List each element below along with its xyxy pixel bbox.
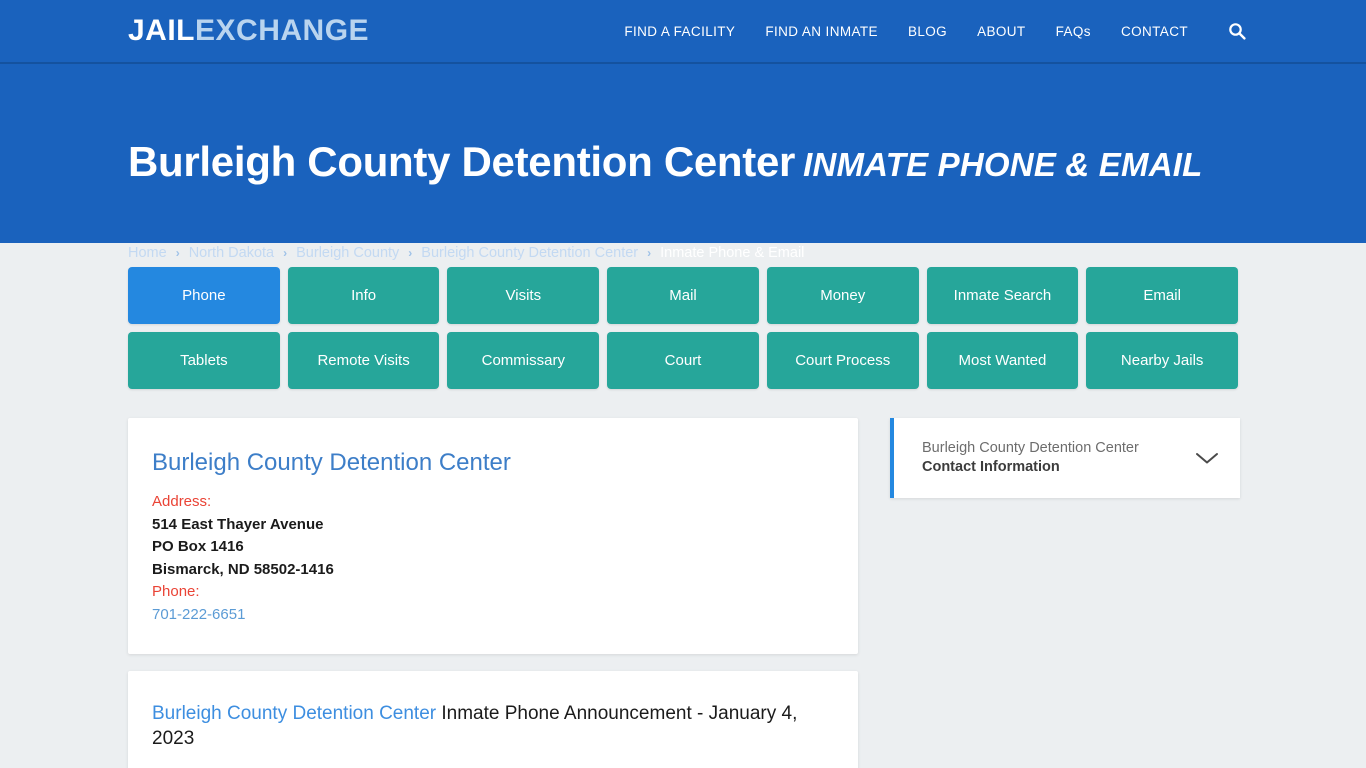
accordion-title: Contact Information: [922, 459, 1060, 475]
page-title-section: INMATE PHONE & EMAIL: [803, 146, 1203, 183]
search-icon[interactable]: [1228, 22, 1246, 40]
tab-inmate-search[interactable]: Inmate Search: [926, 267, 1079, 324]
breadcrumb: Home › North Dakota › Burleigh County › …: [128, 245, 804, 261]
phone-number-link[interactable]: 701-222-6651: [152, 604, 834, 627]
breadcrumb-item-current: Inmate Phone & Email: [660, 245, 805, 261]
tab-remote-visits[interactable]: Remote Visits: [287, 332, 440, 389]
announcement-facility-link[interactable]: Burleigh County Detention Center: [152, 703, 436, 724]
address-line-2: PO Box 1416: [152, 538, 244, 555]
nav-item-find-a-facility[interactable]: FIND A FACILITY: [624, 24, 735, 39]
facility-info-card: Burleigh County Detention Center Address…: [128, 418, 858, 654]
breadcrumb-item-burleigh-county[interactable]: Burleigh County: [296, 245, 399, 261]
accordion-text: Burleigh County Detention Center Contact…: [922, 439, 1182, 477]
logo-text-primary: JAIL: [128, 14, 196, 47]
chevron-right-icon: ›: [283, 246, 288, 260]
chevron-down-icon[interactable]: [1194, 450, 1220, 466]
section-tabs: Phone Info Visits Mail Money Inmate Sear…: [0, 243, 1366, 389]
site-logo[interactable]: JAILEXCHANGE: [128, 14, 369, 48]
content-column: Burleigh County Detention Center Address…: [128, 418, 858, 768]
breadcrumb-item-north-dakota[interactable]: North Dakota: [189, 245, 274, 261]
tab-visits[interactable]: Visits: [447, 267, 600, 324]
page-title-facility: Burleigh County Detention Center: [128, 138, 796, 185]
top-navigation-bar: JAILEXCHANGE FIND A FACILITY FIND AN INM…: [0, 0, 1366, 64]
main-content: Burleigh County Detention Center Address…: [0, 397, 1366, 768]
nav-item-contact[interactable]: CONTACT: [1121, 24, 1188, 39]
accordion-subtitle: Burleigh County Detention Center: [922, 440, 1139, 456]
announcement-heading: Burleigh County Detention Center Inmate …: [152, 701, 834, 751]
tab-court[interactable]: Court: [607, 332, 759, 389]
chevron-right-icon: ›: [408, 246, 413, 260]
chevron-right-icon: ›: [647, 246, 652, 260]
tab-commissary[interactable]: Commissary: [447, 332, 600, 389]
nav-item-about[interactable]: ABOUT: [977, 24, 1026, 39]
facility-name-link[interactable]: Burleigh County Detention Center: [152, 449, 834, 477]
announcement-card: Burleigh County Detention Center Inmate …: [128, 671, 858, 768]
address-label: Address:: [152, 493, 212, 510]
sidebar-column: Burleigh County Detention Center Contact…: [890, 418, 1240, 498]
logo-text-secondary: EXCHANGE: [195, 14, 370, 47]
address-line-1: 514 East Thayer Avenue: [152, 515, 324, 533]
breadcrumb-item-facility[interactable]: Burleigh County Detention Center: [421, 245, 638, 261]
tab-info[interactable]: Info: [287, 267, 440, 324]
tab-tablets[interactable]: Tablets: [128, 332, 280, 389]
tab-court-process[interactable]: Court Process: [766, 332, 919, 389]
contact-information-accordion[interactable]: Burleigh County Detention Center Contact…: [890, 418, 1240, 498]
tab-row-secondary: Tablets Remote Visits Commissary Court C…: [128, 332, 1239, 389]
address-line-3: Bismarck, ND 58502-1416: [152, 560, 334, 578]
chevron-right-icon: ›: [175, 246, 180, 260]
tab-phone[interactable]: Phone: [128, 267, 280, 324]
nav-item-find-an-inmate[interactable]: FIND AN INMATE: [765, 24, 878, 39]
nav-item-faqs[interactable]: FAQs: [1056, 24, 1091, 39]
tab-email[interactable]: Email: [1086, 267, 1239, 324]
tab-money[interactable]: Money: [766, 267, 919, 324]
tab-mail[interactable]: Mail: [607, 267, 759, 324]
tab-most-wanted[interactable]: Most Wanted: [926, 332, 1079, 389]
page-hero: Burleigh County Detention Center INMATE P…: [0, 64, 1366, 261]
tab-nearby-jails[interactable]: Nearby Jails: [1086, 332, 1239, 389]
page-title: Burleigh County Detention Center INMATE P…: [128, 138, 1238, 186]
main-menu: FIND A FACILITY FIND AN INMATE BLOG ABOU…: [624, 22, 1246, 40]
nav-item-blog[interactable]: BLOG: [908, 24, 947, 39]
phone-label: Phone:: [152, 583, 200, 600]
tab-row-primary: Phone Info Visits Mail Money Inmate Sear…: [128, 267, 1239, 324]
breadcrumb-item-home[interactable]: Home: [128, 245, 167, 261]
